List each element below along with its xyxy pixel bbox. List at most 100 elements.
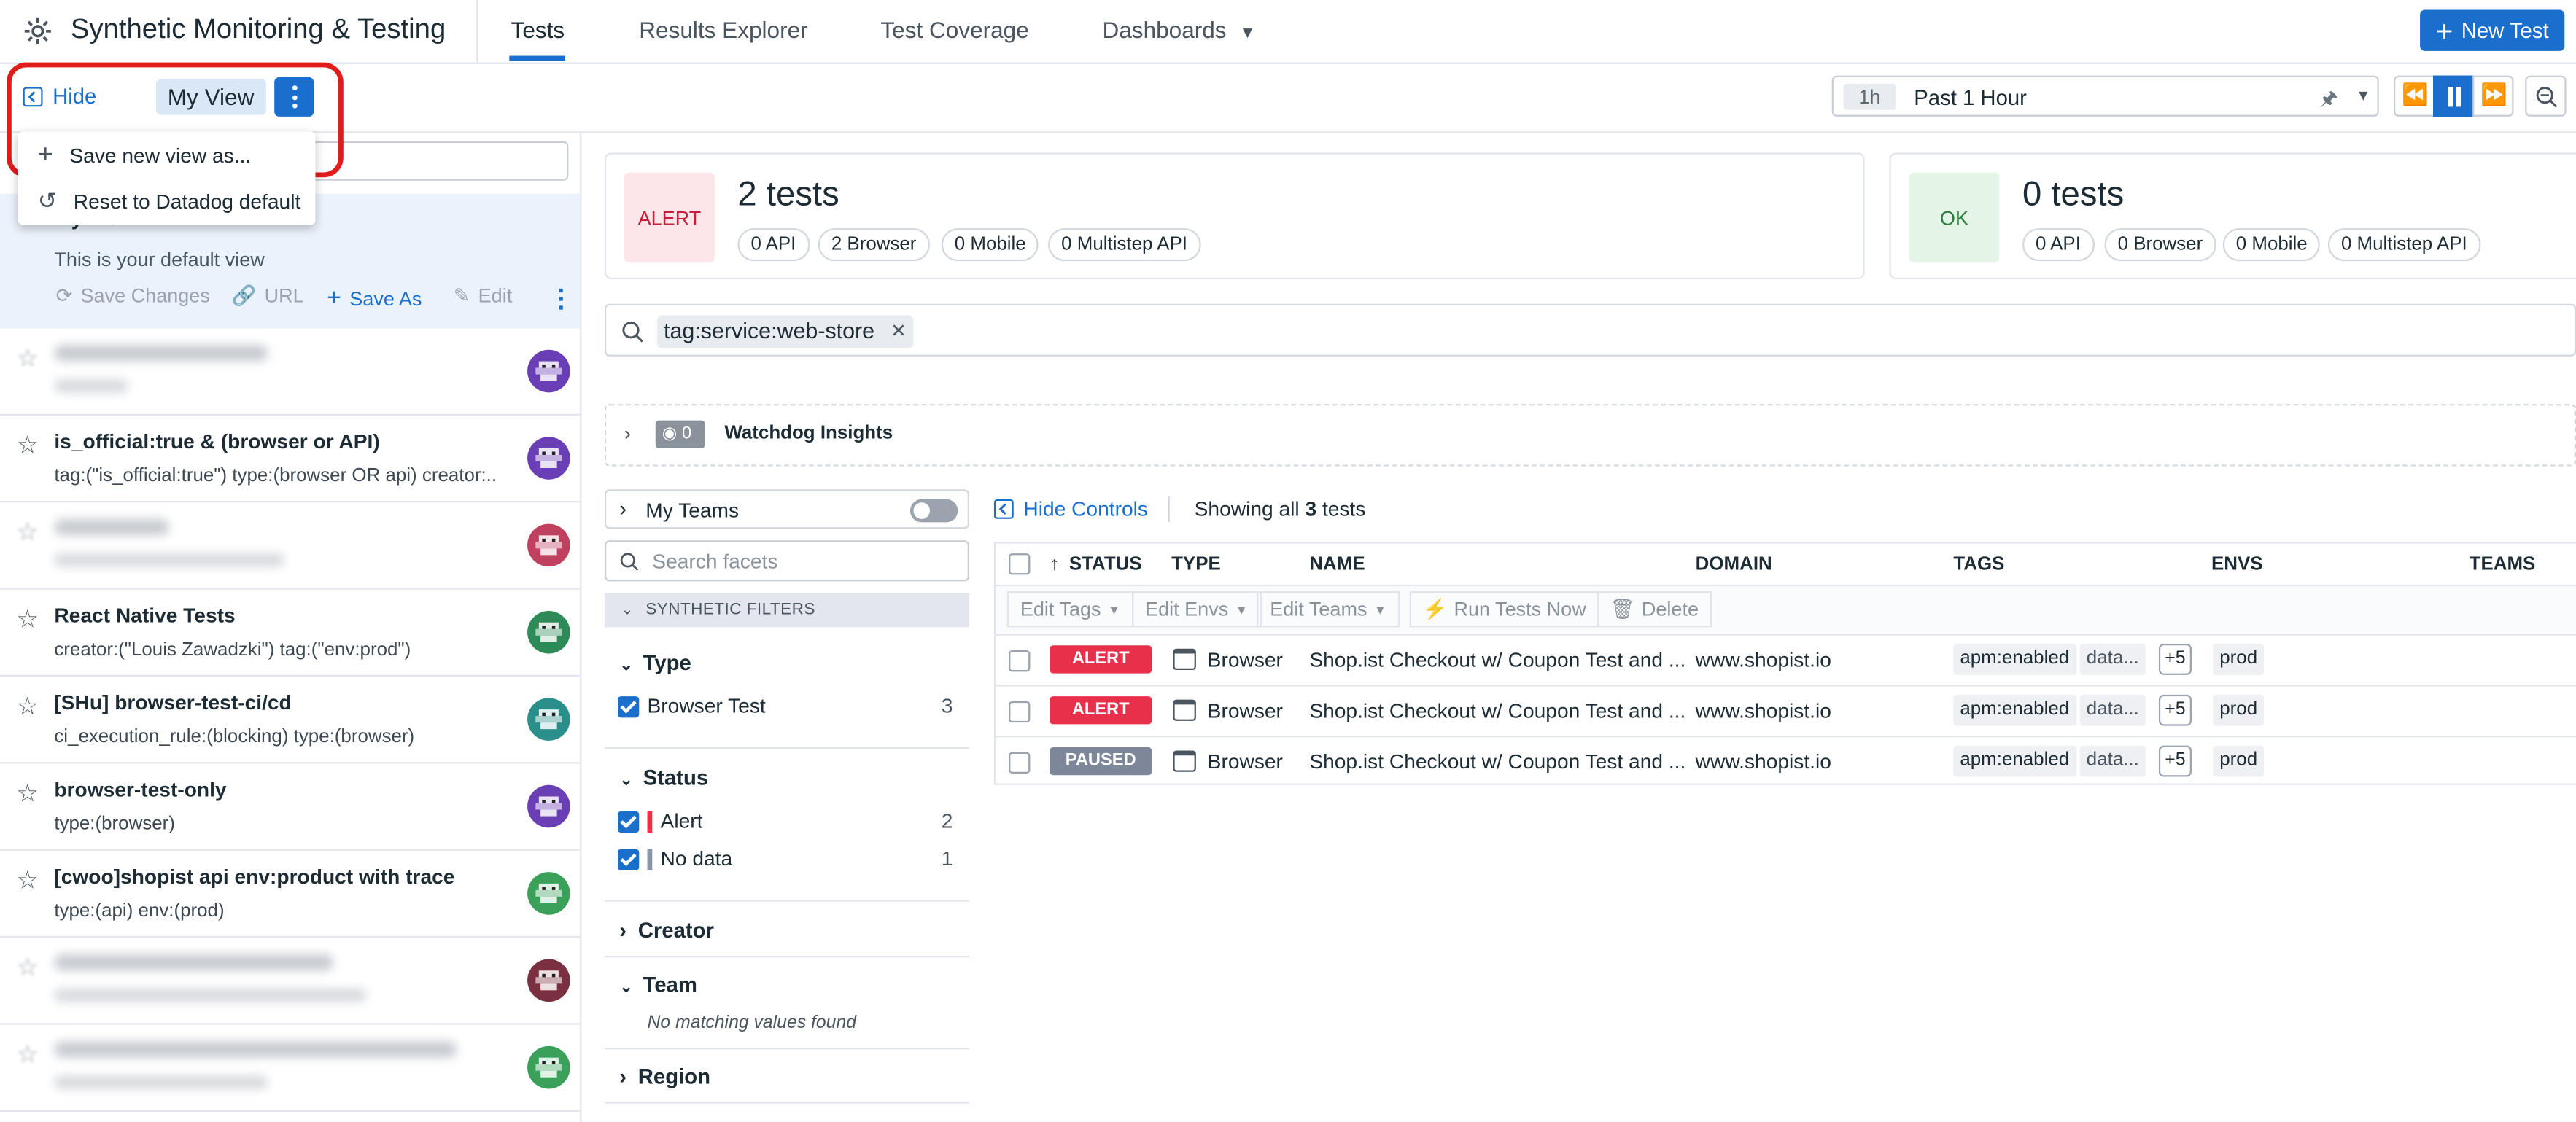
saved-view-item[interactable]: ☆ React Native Tests creator:("Louis Zawad…: [0, 590, 581, 677]
edit-tags-button[interactable]: Edit Tags ▼: [1006, 591, 1134, 628]
search-facets-input[interactable]: Search facets: [604, 540, 970, 582]
saved-view-item[interactable]: ☆: [0, 502, 581, 590]
hide-controls-button[interactable]: Hide Controls: [993, 498, 1148, 521]
tag-chip[interactable]: data...: [2079, 644, 2146, 675]
test-name[interactable]: Shop.ist Checkout w/ Coupon Test and ...: [1309, 649, 1685, 672]
tab-results-explorer[interactable]: Results Explorer: [639, 17, 807, 43]
tests-search-bar[interactable]: tag:service:web-store ×: [604, 303, 2576, 357]
tag-chip[interactable]: apm:enabled: [1953, 644, 2076, 675]
more-tags-badge[interactable]: +5: [2158, 694, 2192, 726]
alert-summary-card[interactable]: ALERT 2 tests 0 API 2 Browser 0 Mobile 0…: [604, 152, 1865, 279]
env-chip[interactable]: prod: [2213, 644, 2265, 675]
checkbox-checked[interactable]: [617, 811, 640, 833]
pin-icon[interactable]: 🖈: [2320, 84, 2338, 118]
star-icon[interactable]: ☆: [17, 430, 39, 459]
delete-button[interactable]: 🗑 Delete: [1597, 591, 1712, 628]
column-header-teams[interactable]: TEAMS: [2470, 555, 2536, 574]
save-as-button[interactable]: + Save As: [327, 284, 422, 312]
tag-chip[interactable]: apm:enabled: [1953, 745, 2076, 777]
star-icon[interactable]: ☆: [17, 691, 39, 721]
saved-view-item[interactable]: ☆ [SHu] browser-test-ci/cd ci_execution_ru…: [0, 677, 581, 764]
saved-view-item[interactable]: ☆: [0, 938, 581, 1025]
table-row[interactable]: PAUSED Browser Shop.ist Checkout w/ Coupon…: [996, 736, 2576, 787]
star-icon[interactable]: ☆: [17, 604, 39, 634]
facet-browser-test[interactable]: Browser Test 3: [617, 693, 956, 723]
ok-summary-card[interactable]: OK 0 tests 0 API 0 Browser 0 Mobile 0 Mu…: [1889, 152, 2576, 279]
run-tests-now-button[interactable]: ⚡ Run Tests Now: [1409, 591, 1599, 628]
zoom-out-button[interactable]: [2525, 75, 2567, 117]
column-header-domain[interactable]: DOMAIN: [1696, 555, 1772, 574]
watchdog-count: 0: [682, 424, 692, 444]
saved-view-item[interactable]: ☆ is_official:true & (browser or API) tag:…: [0, 416, 581, 503]
facet-status-nodata[interactable]: No data 1: [617, 846, 956, 876]
copy-url-button[interactable]: 🔗 URL: [232, 284, 304, 308]
tag-chip[interactable]: data...: [2079, 694, 2146, 726]
star-icon[interactable]: ☆: [17, 343, 39, 373]
facet-region-header[interactable]: › Region: [619, 1064, 710, 1089]
test-name[interactable]: Shop.ist Checkout w/ Coupon Test and ...: [1309, 700, 1685, 723]
view-more-options-icon[interactable]: ⋮: [548, 284, 573, 313]
avatar: [527, 698, 570, 741]
fast-forward-button[interactable]: ⏩: [2472, 75, 2514, 117]
views-search-input[interactable]: [311, 141, 569, 181]
chevron-down-icon[interactable]: ▼: [2356, 87, 2370, 104]
facet-team-header[interactable]: ⌄ Team: [619, 973, 697, 997]
more-tags-badge[interactable]: +5: [2158, 745, 2192, 777]
save-changes-button[interactable]: ⟳ Save Changes: [56, 284, 210, 308]
row-checkbox[interactable]: [1009, 650, 1031, 672]
table-row[interactable]: ALERT Browser Shop.ist Checkout w/ Coupon …: [996, 685, 2576, 736]
synthetic-filters-header[interactable]: ⌄ SYNTHETIC FILTERS: [604, 593, 970, 628]
pause-button[interactable]: [2433, 75, 2475, 117]
checkbox-checked[interactable]: [617, 849, 640, 870]
facet-type-header[interactable]: ⌄ Type: [619, 650, 691, 675]
more-tags-badge[interactable]: +5: [2158, 644, 2192, 675]
time-range-label: Past 1 Hour: [1914, 85, 2027, 110]
tab-test-coverage[interactable]: Test Coverage: [880, 17, 1028, 43]
select-all-checkbox[interactable]: [1009, 553, 1031, 575]
column-header-envs[interactable]: ENVS: [2211, 555, 2263, 574]
column-header-tags[interactable]: TAGS: [1953, 555, 2004, 574]
table-row[interactable]: ALERT Browser Shop.ist Checkout w/ Coupon …: [996, 634, 2576, 685]
my-teams-toggle-row[interactable]: › My Teams: [604, 489, 970, 529]
column-header-name[interactable]: NAME: [1309, 555, 1365, 574]
row-checkbox[interactable]: [1009, 752, 1031, 774]
saved-view-item[interactable]: ☆: [0, 1025, 581, 1113]
redacted-subtitle: [54, 379, 128, 393]
time-picker[interactable]: 1h Past 1 Hour 🖈 ▼: [1831, 75, 2379, 118]
rewind-button[interactable]: ⏪: [2394, 75, 2435, 117]
edit-envs-button[interactable]: Edit Envs ▼: [1132, 591, 1262, 628]
column-header-type[interactable]: TYPE: [1171, 555, 1221, 574]
saved-view-item[interactable]: ☆ [cwoo]shopist api env:product with trac…: [0, 851, 581, 938]
row-checkbox[interactable]: [1009, 701, 1031, 723]
facet-status-alert[interactable]: Alert 2: [617, 808, 956, 838]
tag-chip[interactable]: apm:enabled: [1953, 694, 2076, 726]
env-chip[interactable]: prod: [2213, 745, 2265, 777]
my-teams-toggle[interactable]: [909, 499, 958, 523]
checkbox-checked[interactable]: [617, 696, 640, 718]
column-header-status[interactable]: ↑ STATUS: [1050, 555, 1141, 574]
env-chip[interactable]: prod: [2213, 694, 2265, 726]
new-test-button[interactable]: + New Test: [2420, 9, 2565, 51]
fast-forward-icon: ⏩: [2480, 82, 2507, 107]
star-icon[interactable]: ☆: [17, 953, 39, 982]
facet-status-header[interactable]: ⌄ Status: [619, 765, 708, 790]
edit-view-button[interactable]: ✎ Edit: [454, 284, 513, 308]
test-name[interactable]: Shop.ist Checkout w/ Coupon Test and ...: [1309, 750, 1685, 774]
save-new-view-menu-item[interactable]: + Save new view as...: [18, 133, 316, 177]
edit-teams-button[interactable]: Edit Teams ▼: [1257, 591, 1400, 628]
star-icon[interactable]: ☆: [17, 865, 39, 895]
saved-view-item[interactable]: ☆: [0, 329, 581, 416]
reset-default-menu-item[interactable]: ↺ Reset to Datadog default: [18, 179, 316, 224]
close-icon[interactable]: ×: [891, 315, 906, 348]
star-icon[interactable]: ☆: [17, 1040, 39, 1069]
star-icon[interactable]: ☆: [17, 779, 39, 808]
watchdog-insights-panel[interactable]: › ◉ 0 Watchdog Insights: [604, 404, 2576, 467]
star-icon[interactable]: ☆: [17, 518, 39, 547]
tag-chip[interactable]: data...: [2079, 745, 2146, 777]
saved-view-item[interactable]: ☆ browser-test-only type:(browser): [0, 763, 581, 851]
tab-dashboards[interactable]: Dashboards ▼: [1102, 17, 1255, 43]
tests-table: ↑ STATUS TYPE NAME DOMAIN TAGS ENVS TEAMS…: [993, 542, 2576, 787]
tab-tests[interactable]: Tests: [511, 17, 565, 43]
facet-creator-header[interactable]: › Creator: [619, 918, 714, 943]
search-tag-chip[interactable]: tag:service:web-store ×: [657, 315, 915, 348]
